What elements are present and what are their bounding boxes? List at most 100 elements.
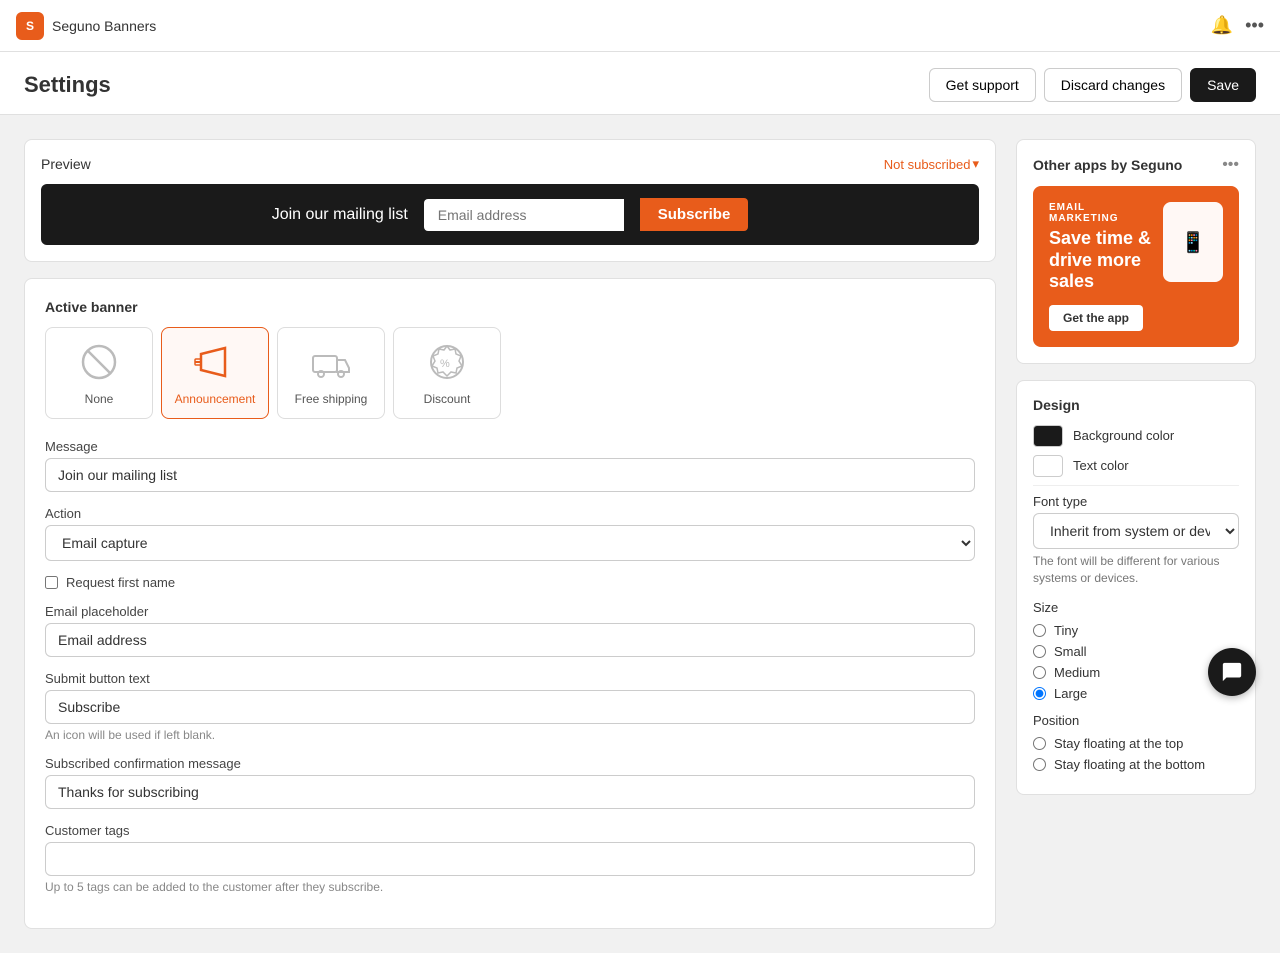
confirmation-label: Subscribed confirmation message bbox=[45, 756, 975, 771]
email-placeholder-group: Email placeholder bbox=[45, 604, 975, 657]
banner-option-discount-label: Discount bbox=[424, 392, 471, 406]
font-type-group: Font type Inherit from system or device … bbox=[1033, 494, 1239, 587]
banner-option-free-shipping-label: Free shipping bbox=[295, 392, 368, 406]
none-icon bbox=[77, 340, 121, 384]
save-button[interactable]: Save bbox=[1190, 68, 1256, 102]
bell-icon[interactable]: 🔔 bbox=[1211, 15, 1233, 36]
preview-label: Preview bbox=[41, 156, 91, 172]
other-apps-header: Other apps by Seguno ••• bbox=[1033, 156, 1239, 174]
topbar: S Seguno Banners 🔔 ••• bbox=[0, 0, 1280, 52]
confirmation-message-group: Subscribed confirmation message bbox=[45, 756, 975, 809]
size-tiny-radio[interactable] bbox=[1033, 624, 1046, 637]
submit-hint: An icon will be used if left blank. bbox=[45, 728, 975, 742]
message-input[interactable] bbox=[45, 458, 975, 492]
banner-subscribe-button[interactable]: Subscribe bbox=[640, 198, 749, 231]
banner-message: Join our mailing list bbox=[272, 206, 408, 224]
message-field-group: Message bbox=[45, 439, 975, 492]
background-color-label: Background color bbox=[1073, 428, 1174, 443]
page-header: Settings Get support Discard changes Sav… bbox=[0, 52, 1280, 115]
chat-bubble[interactable] bbox=[1208, 648, 1256, 696]
banner-options: None Announcement bbox=[45, 327, 975, 419]
background-color-swatch[interactable] bbox=[1033, 425, 1063, 447]
customer-tags-hint: Up to 5 tags can be added to the custome… bbox=[45, 880, 975, 894]
banner-option-announcement[interactable]: Announcement bbox=[161, 327, 269, 419]
left-panel: Preview Not subscribed ▾ Join our mailin… bbox=[24, 139, 996, 929]
submit-button-label: Submit button text bbox=[45, 671, 975, 686]
customer-tags-input[interactable] bbox=[45, 842, 975, 876]
header-actions: Get support Discard changes Save bbox=[929, 68, 1256, 102]
position-bottom-row: Stay floating at the bottom bbox=[1033, 757, 1239, 772]
confirmation-input[interactable] bbox=[45, 775, 975, 809]
right-panel: Other apps by Seguno ••• Email Marketing… bbox=[1016, 139, 1256, 929]
size-section: Size Tiny Small Medium Large bbox=[1033, 600, 1239, 701]
size-small-label: Small bbox=[1054, 644, 1087, 659]
position-top-row: Stay floating at the top bbox=[1033, 736, 1239, 751]
other-apps-card: Other apps by Seguno ••• Email Marketing… bbox=[1016, 139, 1256, 364]
request-first-name-row: Request first name bbox=[45, 575, 975, 590]
size-medium-label: Medium bbox=[1054, 665, 1100, 680]
app-logo: S bbox=[16, 12, 44, 40]
position-bottom-radio[interactable] bbox=[1033, 758, 1046, 771]
discount-icon: % bbox=[425, 340, 469, 384]
size-tiny-row: Tiny bbox=[1033, 623, 1239, 638]
size-large-label: Large bbox=[1054, 686, 1087, 701]
promo-tag: Email Marketing bbox=[1049, 202, 1155, 224]
settings-card: Active banner None bbox=[24, 278, 996, 929]
banner-option-announcement-label: Announcement bbox=[175, 392, 256, 406]
divider-1 bbox=[1033, 485, 1239, 486]
submit-button-input[interactable] bbox=[45, 690, 975, 724]
other-apps-title: Other apps by Seguno bbox=[1033, 157, 1182, 173]
position-bottom-label: Stay floating at the bottom bbox=[1054, 757, 1205, 772]
position-top-label: Stay floating at the top bbox=[1054, 736, 1183, 751]
page-title: Settings bbox=[24, 72, 111, 98]
banner-option-discount[interactable]: % Discount bbox=[393, 327, 501, 419]
font-type-label: Font type bbox=[1033, 494, 1239, 509]
preview-banner: Join our mailing list Subscribe bbox=[41, 184, 979, 245]
action-select[interactable]: Email capture URL redirect No action bbox=[45, 525, 975, 561]
more-icon[interactable]: ••• bbox=[1245, 15, 1264, 36]
message-label: Message bbox=[45, 439, 975, 454]
text-color-swatch[interactable] bbox=[1033, 455, 1063, 477]
request-first-name-label: Request first name bbox=[66, 575, 175, 590]
active-banner-title: Active banner bbox=[45, 299, 975, 315]
size-large-radio[interactable] bbox=[1033, 687, 1046, 700]
design-card: Design Background color Text color Font … bbox=[1016, 380, 1256, 796]
size-small-row: Small bbox=[1033, 644, 1239, 659]
email-placeholder-label: Email placeholder bbox=[45, 604, 975, 619]
promo-headline: Save time & drive more sales bbox=[1049, 228, 1155, 293]
text-color-row: Text color bbox=[1033, 455, 1239, 477]
announcement-icon bbox=[193, 340, 237, 384]
position-label: Position bbox=[1033, 713, 1239, 728]
position-top-radio[interactable] bbox=[1033, 737, 1046, 750]
size-tiny-label: Tiny bbox=[1054, 623, 1078, 638]
size-large-row: Large bbox=[1033, 686, 1239, 701]
banner-email-input[interactable] bbox=[424, 199, 624, 231]
other-apps-more-icon[interactable]: ••• bbox=[1222, 156, 1239, 174]
main-content: Preview Not subscribed ▾ Join our mailin… bbox=[0, 115, 1280, 953]
action-field-group: Action Email capture URL redirect No act… bbox=[45, 506, 975, 561]
customer-tags-label: Customer tags bbox=[45, 823, 975, 838]
position-section: Position Stay floating at the top Stay f… bbox=[1033, 713, 1239, 772]
size-label: Size bbox=[1033, 600, 1239, 615]
banner-option-none-label: None bbox=[85, 392, 114, 406]
text-color-label: Text color bbox=[1073, 458, 1129, 473]
promo-button[interactable]: Get the app bbox=[1049, 305, 1143, 331]
submit-button-text-group: Submit button text An icon will be used … bbox=[45, 671, 975, 742]
customer-tags-group: Customer tags Up to 5 tags can be added … bbox=[45, 823, 975, 894]
preview-card: Preview Not subscribed ▾ Join our mailin… bbox=[24, 139, 996, 262]
action-label: Action bbox=[45, 506, 975, 521]
email-placeholder-input[interactable] bbox=[45, 623, 975, 657]
app-name: Seguno Banners bbox=[52, 18, 156, 34]
discard-changes-button[interactable]: Discard changes bbox=[1044, 68, 1182, 102]
size-medium-radio[interactable] bbox=[1033, 666, 1046, 679]
size-small-radio[interactable] bbox=[1033, 645, 1046, 658]
design-title: Design bbox=[1033, 397, 1239, 413]
banner-option-none[interactable]: None bbox=[45, 327, 153, 419]
subscription-status[interactable]: Not subscribed ▾ bbox=[884, 156, 979, 172]
get-support-button[interactable]: Get support bbox=[929, 68, 1036, 102]
free-shipping-icon bbox=[309, 340, 353, 384]
font-type-select[interactable]: Inherit from system or device bbox=[1033, 513, 1239, 549]
chevron-down-icon: ▾ bbox=[972, 156, 979, 172]
banner-option-free-shipping[interactable]: Free shipping bbox=[277, 327, 385, 419]
request-first-name-checkbox[interactable] bbox=[45, 576, 58, 589]
